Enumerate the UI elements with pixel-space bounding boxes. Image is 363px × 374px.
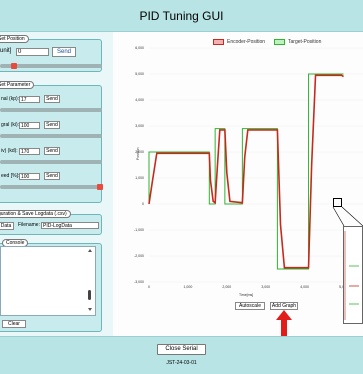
param-send-kp-button[interactable]: Send	[44, 95, 60, 103]
position-send-button[interactable]: Send	[52, 47, 76, 57]
add-graph-button[interactable]: Add Graph	[270, 302, 298, 310]
data-button[interactable]: Data	[0, 222, 14, 230]
autoscale-button[interactable]: Autoscale	[235, 302, 265, 310]
param-slider-ki[interactable]	[0, 134, 102, 138]
x-tick-label: 2,000	[222, 285, 231, 289]
param-input-kd[interactable]: 170	[19, 148, 40, 155]
console-textarea[interactable]	[0, 246, 96, 316]
y-tick-label: 0	[142, 202, 144, 206]
set-parameter-legend: Set Parameter	[0, 81, 35, 89]
param-input-ki[interactable]: 100	[19, 122, 40, 129]
red-arrow-icon	[276, 310, 292, 336]
set-position-legend: Set Position	[0, 35, 29, 43]
position-slider-thumb[interactable]	[11, 63, 17, 69]
param-send-kd-button[interactable]: Send	[44, 147, 60, 155]
y-tick-label: 4,000	[135, 98, 144, 102]
param-send-speed-button[interactable]: Send	[44, 172, 60, 180]
zoom-inset-traces	[344, 231, 359, 320]
y-axis-label: Position	[136, 147, 140, 160]
x-tick-label: 1,000	[184, 285, 193, 289]
app-title: PID Tuning GUI	[139, 9, 224, 23]
x-axis-label: Time[ms]	[239, 293, 254, 297]
param-input-kp[interactable]: 17	[19, 96, 40, 103]
y-tick-label: 3,000	[135, 124, 144, 128]
param-slider-kd[interactable]	[0, 160, 102, 164]
config-legend: guration & Save Logdata (.csv)	[0, 210, 71, 218]
console-scroll-down-icon[interactable]	[88, 308, 92, 311]
param-send-ki-button[interactable]: Send	[44, 121, 60, 129]
position-unit-label: unit]	[0, 48, 12, 54]
console-scroll-thumb[interactable]	[88, 290, 91, 300]
param-slider-speed-thumb[interactable]	[97, 184, 103, 190]
filename-input[interactable]: PID-LogData	[41, 222, 99, 229]
close-serial-button[interactable]: Close Serial	[157, 344, 206, 355]
version-label: JST-24-03-01	[166, 360, 197, 366]
y-tick-label: -2,000	[134, 254, 144, 258]
param-slider-speed[interactable]	[0, 185, 102, 189]
y-tick-label: 1,000	[135, 176, 144, 180]
x-tick-label: 3,000	[261, 285, 270, 289]
y-tick-label: -3,000	[134, 280, 144, 284]
param-label-kp: nal (kp):	[1, 96, 20, 102]
param-slider-kp[interactable]	[0, 108, 102, 112]
footer-bar	[0, 336, 363, 374]
filename-label: Filename:	[18, 222, 40, 228]
legend-encoder-swatch	[213, 39, 224, 45]
x-tick-label: 0	[148, 285, 150, 289]
clear-button[interactable]: Clear	[2, 320, 26, 328]
param-label-speed: eed [%]:	[1, 173, 20, 179]
console-scroll-up-icon[interactable]	[88, 249, 92, 252]
x-tick-label: 4,000	[300, 285, 309, 289]
y-tick-label: 5,000	[135, 72, 144, 76]
y-tick-label: 6,000	[135, 46, 144, 50]
param-label-ki: gral (ki):	[1, 122, 20, 128]
param-input-speed[interactable]: 100	[19, 173, 40, 180]
legend-target-label: Target-Position	[288, 39, 322, 45]
zoom-connector-lines	[332, 206, 363, 226]
series-encoder-line	[148, 74, 344, 269]
legend-encoder-label: Encoder-Position	[227, 39, 266, 45]
y-tick-label: -1,000	[134, 228, 144, 232]
param-label-kd: iv) (kd):	[1, 148, 18, 154]
legend-target-swatch	[274, 39, 285, 45]
position-chart: 6,000 5,000 4,000 3,000 2,000 1,000 0 -1,000 -2,…	[134, 46, 363, 289]
position-input[interactable]: 0	[16, 48, 49, 56]
